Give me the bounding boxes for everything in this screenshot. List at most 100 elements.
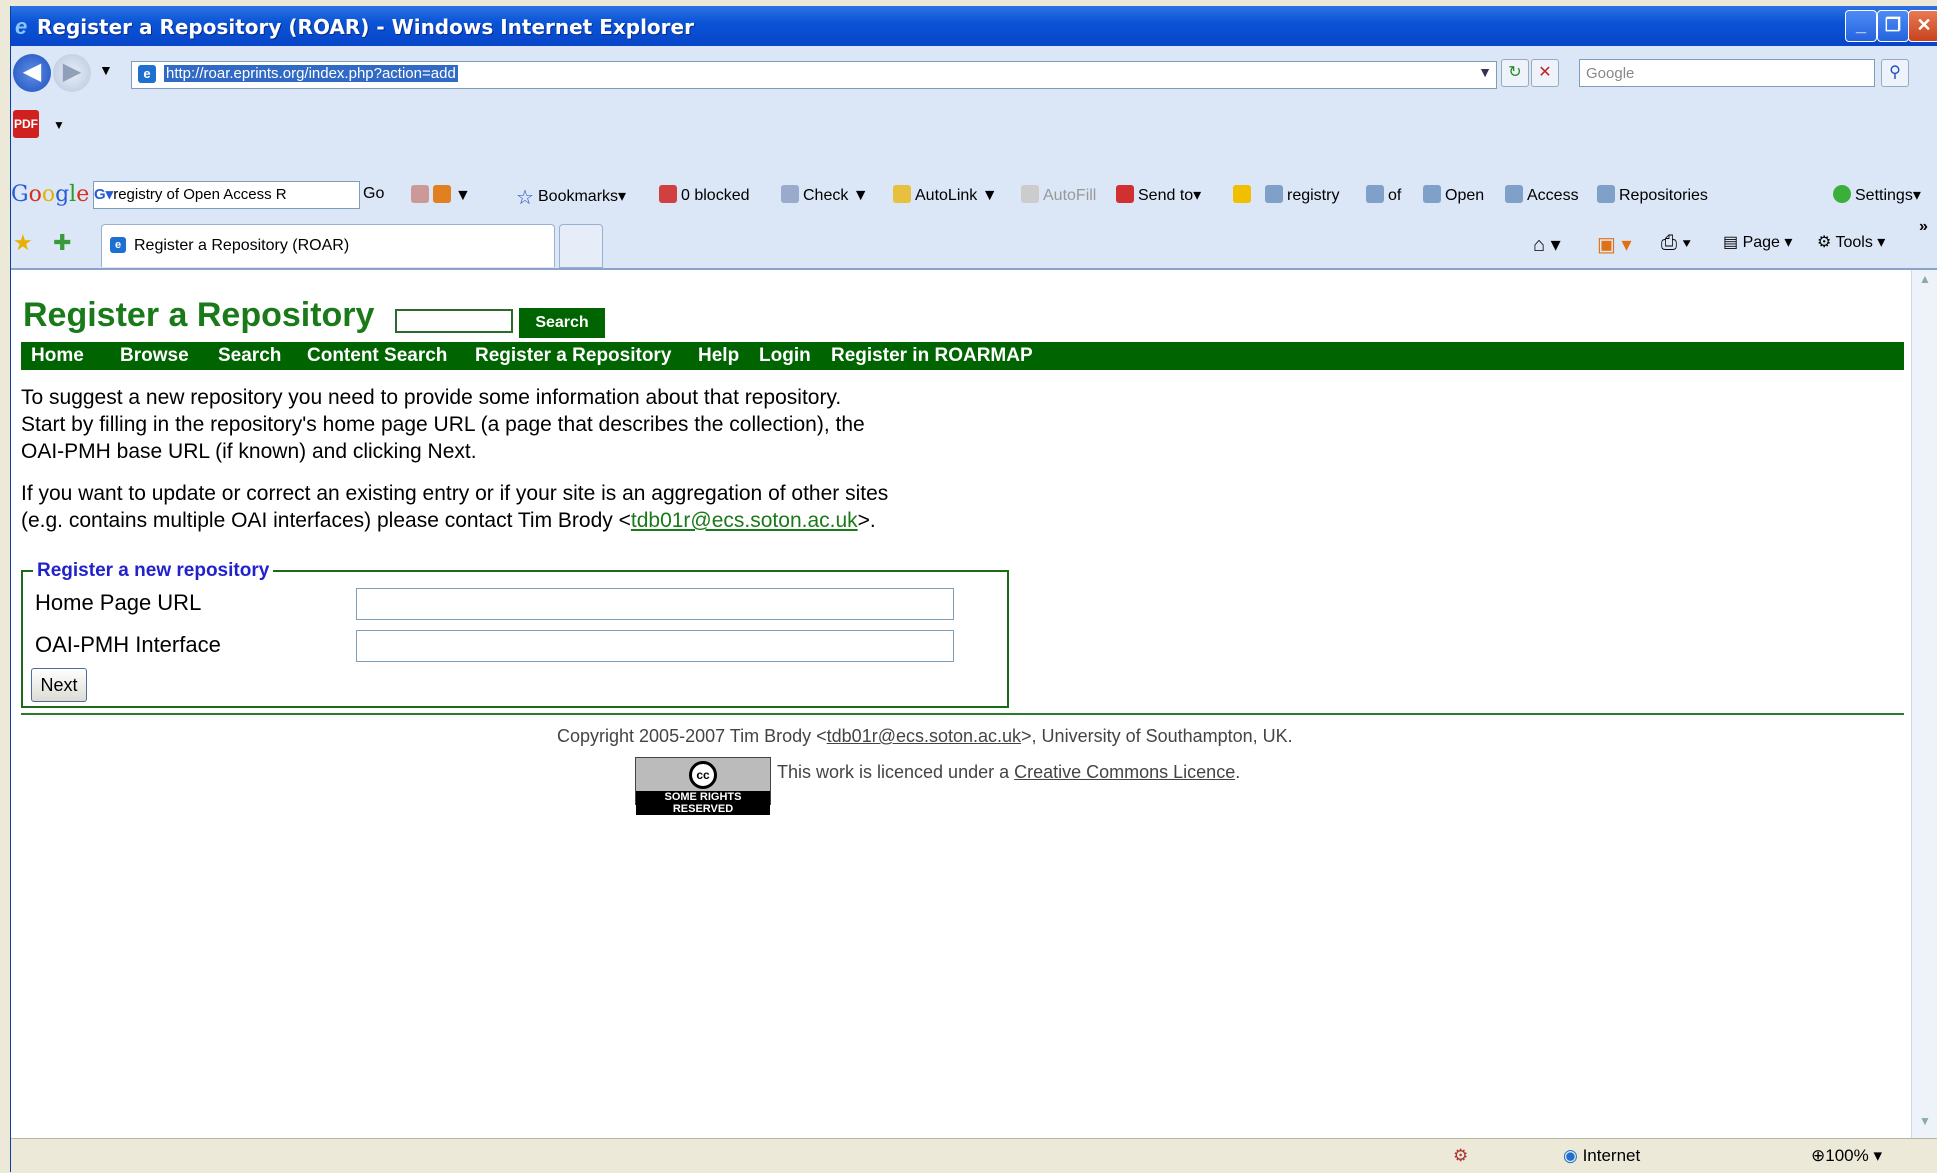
homepage-url-label: Home Page URL xyxy=(35,590,202,615)
google-query[interactable]: registry of Open Access R xyxy=(113,186,286,203)
licence-text: This work is licenced under a xyxy=(777,762,1015,782)
term-label: Open xyxy=(1445,187,1485,204)
scroll-up-icon[interactable]: ▲ xyxy=(1914,272,1936,294)
vertical-scrollbar[interactable]: ▲ ▼ xyxy=(1911,270,1937,1138)
update-line-2: (e.g. contains multiple OAI interfaces) … xyxy=(21,507,876,534)
send-to-label: Send to xyxy=(1138,187,1194,204)
nav-register-roarmap[interactable]: Register in ROARMAP xyxy=(831,342,1033,370)
term-label: registry xyxy=(1287,187,1340,204)
new-tab-button[interactable] xyxy=(559,224,603,268)
search-term-of[interactable]: of xyxy=(1366,185,1401,205)
site-search-input[interactable] xyxy=(395,309,513,333)
update-line-1: If you want to update or correct an exis… xyxy=(21,482,889,505)
term-label: Access xyxy=(1527,187,1579,204)
intro-line-2: Start by filling in the repository's hom… xyxy=(21,413,865,436)
tools-menu[interactable]: ⚙ Tools ▾ xyxy=(1817,232,1885,252)
google-tools-icon[interactable]: ▼ xyxy=(411,185,471,205)
zone-label: Internet xyxy=(1582,1146,1641,1165)
next-button[interactable]: Next xyxy=(31,668,87,702)
forward-button[interactable]: ▶ xyxy=(53,54,91,92)
address-field[interactable]: e http://roar.eprints.org/index.php?acti… xyxy=(131,61,1497,89)
browser-window: e Register a Repository (ROAR) - Windows… xyxy=(10,6,1937,1173)
google-toolbar: Google G▾registry of Open Access R Go ▼ … xyxy=(11,174,1937,216)
nav-browse[interactable]: Browse xyxy=(120,342,189,370)
zoom-control[interactable]: ⊕100% ▾ xyxy=(1811,1146,1882,1166)
search-term-repositories[interactable]: Repositories xyxy=(1597,185,1708,205)
spellcheck-button[interactable]: Check ▼ xyxy=(781,185,869,205)
page-title: Register a Repository xyxy=(23,296,375,334)
bookmarks-label: Bookmarks xyxy=(538,188,619,205)
tab-page-icon: e xyxy=(110,237,126,253)
google-logo: Google xyxy=(11,182,90,207)
address-toolbar: ◀ ▶ ▼ e http://roar.eprints.org/index.ph… xyxy=(11,46,1937,104)
copyright-text-end: >, University of Southampton, UK. xyxy=(1021,726,1293,746)
oai-pmh-label: OAI-PMH Interface xyxy=(35,632,221,657)
cc-badge-icon[interactable]: cc SOME RIGHTS RESERVED xyxy=(635,757,771,815)
search-box[interactable]: Google xyxy=(1579,59,1875,87)
nav-search[interactable]: Search xyxy=(218,342,281,370)
search-go-icon[interactable]: ⚲ xyxy=(1881,59,1909,87)
maximize-button[interactable]: ❐ xyxy=(1877,10,1909,42)
send-to-button[interactable]: Send to▾ xyxy=(1116,185,1201,205)
tab-bar: ★ ✚ e Register a Repository (ROAR) ⌂ ▾ ▣… xyxy=(11,216,1937,270)
autofill-button[interactable]: AutoFill xyxy=(1021,185,1096,205)
back-button[interactable]: ◀ xyxy=(13,54,51,92)
search-term-access[interactable]: Access xyxy=(1505,185,1579,205)
window-title: Register a Repository (ROAR) - Windows I… xyxy=(37,15,694,39)
autolink-button[interactable]: AutoLink ▼ xyxy=(893,185,998,205)
highlight-icon[interactable] xyxy=(1233,185,1255,205)
form-legend: Register a new repository xyxy=(37,560,270,581)
page-menu-label: Page xyxy=(1742,234,1780,251)
footer-email-link[interactable]: tdb01r@ecs.soton.ac.uk xyxy=(827,726,1021,746)
tools-gear-icon: ⚙ xyxy=(1817,234,1836,251)
tab-register-repository[interactable]: e Register a Repository (ROAR) xyxy=(101,224,555,267)
more-chevron[interactable]: » xyxy=(1919,218,1928,236)
nav-content-search[interactable]: Content Search xyxy=(307,342,447,370)
refresh-icon[interactable]: ↻ xyxy=(1501,59,1529,87)
term-label: of xyxy=(1388,187,1402,204)
homepage-url-input[interactable] xyxy=(356,588,954,620)
nav-login[interactable]: Login xyxy=(759,342,811,370)
licence-line: This work is licenced under a Creative C… xyxy=(777,762,1240,783)
google-search-input[interactable]: G▾registry of Open Access R xyxy=(93,181,360,209)
site-search-button[interactable]: Search xyxy=(519,308,605,338)
add-favorites-icon[interactable]: ✚ xyxy=(53,230,71,256)
stop-icon[interactable]: ✕ xyxy=(1531,59,1559,87)
nav-help[interactable]: Help xyxy=(698,342,739,370)
google-settings-button[interactable]: Settings▾ xyxy=(1833,185,1921,205)
history-dropdown-icon[interactable]: ▼ xyxy=(99,62,113,78)
contact-email-link[interactable]: tdb01r@ecs.soton.ac.uk xyxy=(631,509,858,532)
scroll-down-icon[interactable]: ▼ xyxy=(1914,1114,1936,1136)
footer-divider xyxy=(21,713,1904,715)
search-term-open[interactable]: Open xyxy=(1423,185,1484,205)
page-menu[interactable]: ▤ Page ▾ xyxy=(1723,232,1792,252)
term-label: Repositories xyxy=(1619,187,1708,204)
creative-commons-link[interactable]: Creative Commons Licence xyxy=(1014,762,1235,782)
main-nav: Home Browse Search Content Search Regist… xyxy=(21,342,1904,370)
pdf-dropdown-icon[interactable]: ▼ xyxy=(53,118,65,132)
close-button[interactable]: ✕ xyxy=(1908,10,1937,42)
popup-blocker[interactable]: 0 blocked xyxy=(659,185,750,205)
globe-icon: ◉ xyxy=(1563,1146,1583,1165)
minimize-button[interactable]: _ xyxy=(1845,10,1877,42)
home-icon[interactable]: ⌂ ▾ xyxy=(1533,232,1561,257)
cc-badge-text: SOME RIGHTS RESERVED xyxy=(636,791,770,815)
address-dropdown-icon[interactable]: ▼ xyxy=(1478,64,1492,80)
nav-home[interactable]: Home xyxy=(31,342,84,370)
protected-mode-icon: ⚙ xyxy=(1453,1146,1469,1165)
print-icon[interactable]: ⎙ ▾ xyxy=(1661,232,1691,255)
nav-register-repository[interactable]: Register a Repository xyxy=(475,342,671,370)
zone-indicator: ◉ Internet xyxy=(1563,1146,1640,1166)
check-label: Check xyxy=(803,187,849,204)
bookmarks-menu[interactable]: ☆ Bookmarks▾ xyxy=(516,185,626,209)
favorites-star-icon[interactable]: ★ xyxy=(13,230,33,256)
address-url[interactable]: http://roar.eprints.org/index.php?action… xyxy=(164,65,458,82)
search-term-registry[interactable]: registry xyxy=(1265,185,1339,205)
zoom-icon: ⊕ xyxy=(1811,1146,1826,1165)
page-content: Register a Repository Search Home Browse… xyxy=(11,270,1911,1138)
pdf-icon[interactable]: PDF xyxy=(13,110,39,138)
oai-pmh-input[interactable] xyxy=(356,630,954,662)
feeds-icon[interactable]: ▣ ▾ xyxy=(1597,232,1632,257)
google-go-button[interactable]: Go xyxy=(363,185,384,203)
zoom-level: 100% xyxy=(1825,1146,1869,1165)
